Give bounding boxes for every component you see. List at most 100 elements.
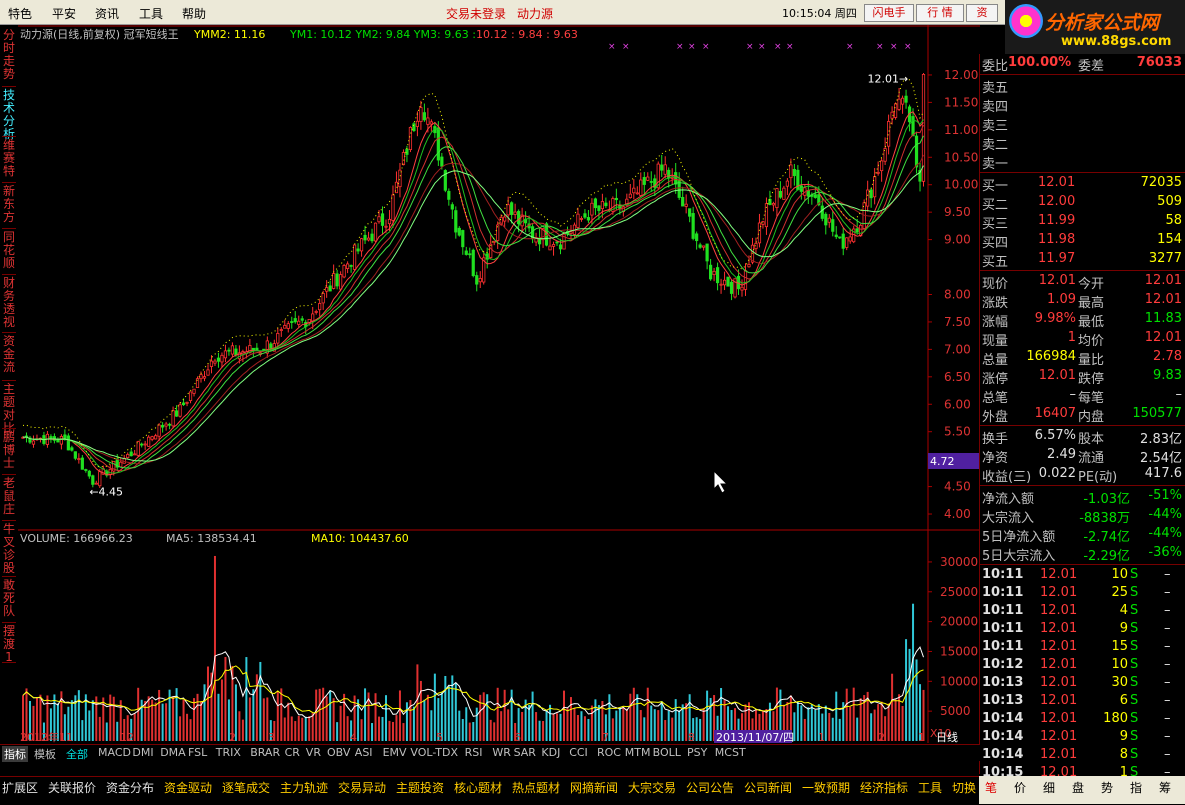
candle-body <box>286 323 290 329</box>
left-tab-6[interactable]: 资金流 <box>0 335 18 374</box>
function-tab-1[interactable]: 关联报价 <box>48 779 96 796</box>
indicator-tab-18[interactable]: KDJ <box>541 746 560 759</box>
function-tab-9[interactable]: 热点题材 <box>512 779 560 796</box>
menu-item-help[interactable]: 帮助 <box>182 5 206 22</box>
menu-item-tools[interactable]: 工具 <box>139 5 163 22</box>
function-tab-14[interactable]: 一致预期 <box>802 779 850 796</box>
tick-count: – <box>1164 675 1171 690</box>
quote-button[interactable]: 行 情 <box>916 4 964 22</box>
indicator-tab-13[interactable]: EMV <box>383 746 407 759</box>
indicator-tab-11[interactable]: OBV <box>327 746 350 759</box>
indicator-tab-5[interactable]: DMA <box>160 746 186 759</box>
detail-tab-3[interactable]: 盘 <box>1072 779 1084 796</box>
volume-bar <box>576 715 579 741</box>
candle-body <box>436 127 440 161</box>
candle-body <box>384 225 388 228</box>
menu-item-pingan[interactable]: 平安 <box>52 5 76 22</box>
candle-body <box>321 293 325 304</box>
function-tab-4[interactable]: 逐笔成交 <box>222 779 270 796</box>
indicator-tab-bar: 指标 模板 全部 MACD DMI DMA FSL TRIX BRAR CR VR OBV ASI EMV… <box>0 744 980 762</box>
flash-order-button[interactable]: 闪电手 <box>864 4 914 22</box>
candle-body <box>649 181 653 183</box>
indicator-tab-22[interactable]: BOLL <box>653 746 681 759</box>
left-tab-11[interactable]: 敢死队 <box>0 579 18 618</box>
indicator-tab-20[interactable]: ROC <box>597 746 621 759</box>
function-tab-17[interactable]: 切换 <box>952 779 976 796</box>
signal-mark: × <box>702 42 710 52</box>
menu-item-news[interactable]: 资讯 <box>95 5 119 22</box>
detail-tab-0[interactable]: 笔 <box>985 779 997 796</box>
volume-bar <box>831 717 834 741</box>
detail-tab-1[interactable]: 价 <box>1014 779 1026 796</box>
detail-tab-2[interactable]: 细 <box>1043 779 1055 796</box>
detail-tab-5[interactable]: 指 <box>1130 779 1142 796</box>
candle-body <box>785 180 789 187</box>
left-tab-5[interactable]: 财务透视 <box>0 277 18 329</box>
indicator-tab-10[interactable]: VR <box>306 746 321 759</box>
left-tab-4[interactable]: 同花顺 <box>0 231 18 270</box>
candle-body <box>646 176 650 181</box>
function-tab-13[interactable]: 公司新闻 <box>744 779 792 796</box>
indicator-tab-3[interactable]: MACD <box>98 746 131 759</box>
chart-title: 动力源(日线,前复权) 冠军短线王 <box>20 27 179 41</box>
indicator-tab-4[interactable]: DMI <box>132 746 153 759</box>
function-tab-15[interactable]: 经济指标 <box>860 779 908 796</box>
login-status[interactable]: 交易未登录 <box>446 5 506 22</box>
indicator-tab-16[interactable]: WR <box>492 746 511 759</box>
function-tab-7[interactable]: 主题投资 <box>396 779 444 796</box>
quote-row: 卖四 <box>980 95 1185 115</box>
indicator-tab-14[interactable]: VOL-TDX <box>410 746 458 759</box>
info-button[interactable]: 资 <box>966 4 998 22</box>
indicator-tab-1[interactable]: 模板 <box>34 746 56 762</box>
function-tab-12[interactable]: 公司公告 <box>686 779 734 796</box>
indicator-tab-17[interactable]: SAR <box>514 746 536 759</box>
left-tab-2[interactable]: 维赛特 <box>0 139 18 178</box>
indicator-tab-7[interactable]: TRIX <box>216 746 241 759</box>
function-tab-2[interactable]: 资金分布 <box>106 779 154 796</box>
sell-level-label: 卖五 <box>982 81 1009 96</box>
tab-separator <box>2 380 16 381</box>
left-tab-12[interactable]: 摆渡1 <box>0 625 18 664</box>
volume-bar <box>252 689 255 741</box>
stat-label: 最高 <box>1078 296 1105 311</box>
candle-body <box>503 216 507 222</box>
indicator-tab-6[interactable]: FSL <box>188 746 207 759</box>
left-tab-8[interactable]: 鹏博士 <box>0 431 18 470</box>
left-tab-1[interactable]: 技术分析 <box>0 89 18 141</box>
date-tick-label: 12 <box>120 731 134 743</box>
left-tab-0[interactable]: 分时走势 <box>0 29 18 81</box>
indicator-tab-23[interactable]: PSY <box>687 746 707 759</box>
volume-bar <box>496 687 499 741</box>
left-tab-3[interactable]: 新东方 <box>0 185 18 224</box>
indicator-tab-0[interactable]: 指标 <box>2 746 28 762</box>
function-tab-8[interactable]: 核心题材 <box>454 779 502 796</box>
kline-chart[interactable]: 动力源(日线,前复权) 冠军短线王 YMM2: 11.16 YM1: 10.12 Y… <box>18 25 980 743</box>
indicator-tab-2[interactable]: 全部 <box>66 746 88 762</box>
left-tab-9[interactable]: 老鼠庄 <box>0 477 18 516</box>
indicator-tab-12[interactable]: ASI <box>355 746 373 759</box>
indicator-tab-21[interactable]: MTM <box>625 746 651 759</box>
stat-label: 总量 <box>982 353 1009 368</box>
left-tab-10[interactable]: 牛叉诊股 <box>0 523 18 575</box>
function-tab-3[interactable]: 资金驱动 <box>164 779 212 796</box>
function-tab-6[interactable]: 交易异动 <box>338 779 386 796</box>
tick-volume: 9 <box>1119 621 1128 636</box>
quote-row: 外盘 16407 内盘 150577 <box>980 405 1185 425</box>
detail-tab-4[interactable]: 势 <box>1101 779 1113 796</box>
indicator-tab-15[interactable]: RSI <box>465 746 483 759</box>
function-tab-0[interactable]: 扩展区 <box>2 779 38 796</box>
function-tab-11[interactable]: 大宗交易 <box>628 779 676 796</box>
function-tab-10[interactable]: 网摘新闻 <box>570 779 618 796</box>
kline-svg[interactable]: 动力源(日线,前复权) 冠军短线王 YMM2: 11.16 YM1: 10.12 Y… <box>18 25 980 743</box>
menu-item-tese[interactable]: 特色 <box>8 5 32 22</box>
function-tab-5[interactable]: 主力轨迹 <box>280 779 328 796</box>
indicator-tab-8[interactable]: BRAR <box>250 746 280 759</box>
indicator-tab-24[interactable]: MCST <box>715 746 746 759</box>
function-tab-16[interactable]: 工具 <box>918 779 942 796</box>
detail-tab-6[interactable]: 筹 <box>1159 779 1171 796</box>
indicator-tab-9[interactable]: CR <box>285 746 300 759</box>
indicator-tab-19[interactable]: CCI <box>569 746 588 759</box>
vol-ma5-label: MA5: 138534.41 <box>166 532 257 545</box>
high-mark-label: 12.01→ <box>868 72 909 85</box>
quote-row: 卖二 <box>980 133 1185 153</box>
